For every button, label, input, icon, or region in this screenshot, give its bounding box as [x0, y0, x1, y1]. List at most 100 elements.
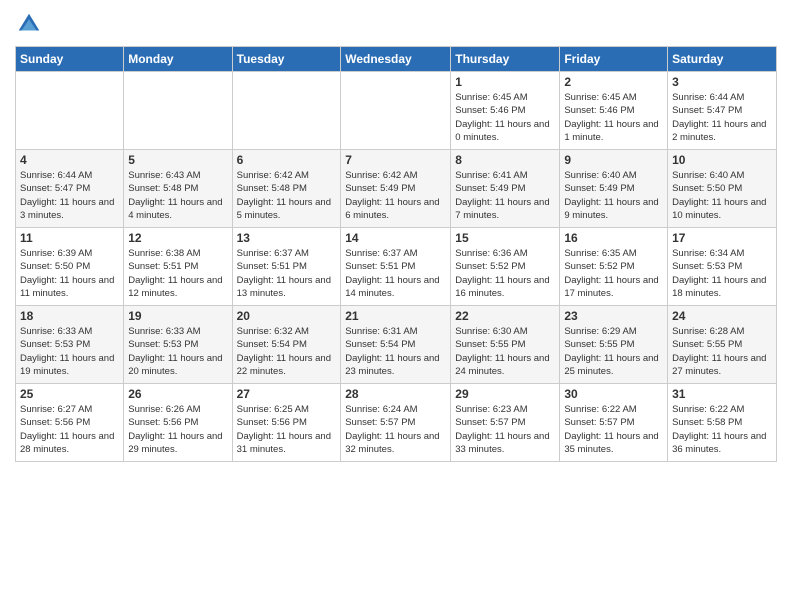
day-info: Sunrise: 6:32 AM Sunset: 5:54 PM Dayligh… [237, 325, 337, 378]
day-number: 23 [564, 309, 663, 323]
day-info: Sunrise: 6:24 AM Sunset: 5:57 PM Dayligh… [345, 403, 446, 456]
day-cell: 11 Sunrise: 6:39 AM Sunset: 5:50 PM Dayli… [16, 228, 124, 306]
calendar: SundayMondayTuesdayWednesdayThursdayFrid… [15, 46, 777, 462]
weekday-header-monday: Monday [124, 47, 232, 72]
day-cell: 26 Sunrise: 6:26 AM Sunset: 5:56 PM Dayli… [124, 384, 232, 462]
day-cell: 12 Sunrise: 6:38 AM Sunset: 5:51 PM Dayli… [124, 228, 232, 306]
calendar-header: SundayMondayTuesdayWednesdayThursdayFrid… [16, 47, 777, 72]
day-info: Sunrise: 6:26 AM Sunset: 5:56 PM Dayligh… [128, 403, 227, 456]
day-info: Sunrise: 6:39 AM Sunset: 5:50 PM Dayligh… [20, 247, 119, 300]
day-number: 28 [345, 387, 446, 401]
day-cell: 19 Sunrise: 6:33 AM Sunset: 5:53 PM Dayli… [124, 306, 232, 384]
day-number: 26 [128, 387, 227, 401]
day-number: 18 [20, 309, 119, 323]
day-cell: 3 Sunrise: 6:44 AM Sunset: 5:47 PM Daylig… [668, 72, 777, 150]
day-cell: 9 Sunrise: 6:40 AM Sunset: 5:49 PM Daylig… [560, 150, 668, 228]
day-info: Sunrise: 6:45 AM Sunset: 5:46 PM Dayligh… [455, 91, 555, 144]
day-cell: 27Sunrise: 6:25 AM Sunset: 5:56 PM Dayli… [232, 384, 341, 462]
day-info: Sunrise: 6:40 AM Sunset: 5:50 PM Dayligh… [672, 169, 772, 222]
logo [15, 10, 47, 38]
day-cell: 6 Sunrise: 6:42 AM Sunset: 5:48 PM Daylig… [232, 150, 341, 228]
day-number: 19 [128, 309, 227, 323]
page: SundayMondayTuesdayWednesdayThursdayFrid… [0, 0, 792, 612]
day-info: Sunrise: 6:44 AM Sunset: 5:47 PM Dayligh… [672, 91, 772, 144]
day-number: 11 [20, 231, 119, 245]
day-cell [16, 72, 124, 150]
day-cell: 29Sunrise: 6:23 AM Sunset: 5:57 PM Dayli… [451, 384, 560, 462]
weekday-row: SundayMondayTuesdayWednesdayThursdayFrid… [16, 47, 777, 72]
day-cell: 10 Sunrise: 6:40 AM Sunset: 5:50 PM Dayli… [668, 150, 777, 228]
day-cell [124, 72, 232, 150]
day-number: 3 [672, 75, 772, 89]
day-info: Sunrise: 6:35 AM Sunset: 5:52 PM Dayligh… [564, 247, 663, 300]
day-number: 24 [672, 309, 772, 323]
week-row-2: 4 Sunrise: 6:44 AM Sunset: 5:47 PM Daylig… [16, 150, 777, 228]
day-number: 14 [345, 231, 446, 245]
day-info: Sunrise: 6:22 AM Sunset: 5:57 PM Dayligh… [564, 403, 663, 456]
day-info: Sunrise: 6:38 AM Sunset: 5:51 PM Dayligh… [128, 247, 227, 300]
weekday-header-wednesday: Wednesday [341, 47, 451, 72]
week-row-3: 11 Sunrise: 6:39 AM Sunset: 5:50 PM Dayli… [16, 228, 777, 306]
day-info: Sunrise: 6:43 AM Sunset: 5:48 PM Dayligh… [128, 169, 227, 222]
day-number: 17 [672, 231, 772, 245]
day-cell: 15Sunrise: 6:36 AM Sunset: 5:52 PM Dayli… [451, 228, 560, 306]
week-row-5: 25Sunrise: 6:27 AM Sunset: 5:56 PM Dayli… [16, 384, 777, 462]
day-cell: 24 Sunrise: 6:28 AM Sunset: 5:55 PM Dayli… [668, 306, 777, 384]
weekday-header-sunday: Sunday [16, 47, 124, 72]
logo-icon [15, 10, 43, 38]
day-number: 1 [455, 75, 555, 89]
day-info: Sunrise: 6:33 AM Sunset: 5:53 PM Dayligh… [128, 325, 227, 378]
weekday-header-friday: Friday [560, 47, 668, 72]
day-info: Sunrise: 6:30 AM Sunset: 5:55 PM Dayligh… [455, 325, 555, 378]
day-number: 2 [564, 75, 663, 89]
day-info: Sunrise: 6:33 AM Sunset: 5:53 PM Dayligh… [20, 325, 119, 378]
week-row-1: 1 Sunrise: 6:45 AM Sunset: 5:46 PM Daylig… [16, 72, 777, 150]
day-number: 22 [455, 309, 555, 323]
day-number: 12 [128, 231, 227, 245]
day-info: Sunrise: 6:29 AM Sunset: 5:55 PM Dayligh… [564, 325, 663, 378]
day-cell: 7 Sunrise: 6:42 AM Sunset: 5:49 PM Daylig… [341, 150, 451, 228]
day-info: Sunrise: 6:28 AM Sunset: 5:55 PM Dayligh… [672, 325, 772, 378]
day-cell: 2 Sunrise: 6:45 AM Sunset: 5:46 PM Daylig… [560, 72, 668, 150]
day-info: Sunrise: 6:45 AM Sunset: 5:46 PM Dayligh… [564, 91, 663, 144]
day-info: Sunrise: 6:37 AM Sunset: 5:51 PM Dayligh… [237, 247, 337, 300]
calendar-body: 1 Sunrise: 6:45 AM Sunset: 5:46 PM Daylig… [16, 72, 777, 462]
weekday-header-saturday: Saturday [668, 47, 777, 72]
header [15, 10, 777, 38]
day-cell [341, 72, 451, 150]
day-number: 21 [345, 309, 446, 323]
day-cell: 14Sunrise: 6:37 AM Sunset: 5:51 PM Dayli… [341, 228, 451, 306]
day-cell: 22 Sunrise: 6:30 AM Sunset: 5:55 PM Dayli… [451, 306, 560, 384]
day-info: Sunrise: 6:36 AM Sunset: 5:52 PM Dayligh… [455, 247, 555, 300]
day-info: Sunrise: 6:44 AM Sunset: 5:47 PM Dayligh… [20, 169, 119, 222]
day-number: 5 [128, 153, 227, 167]
day-number: 6 [237, 153, 337, 167]
day-number: 9 [564, 153, 663, 167]
day-number: 29 [455, 387, 555, 401]
day-number: 7 [345, 153, 446, 167]
weekday-header-thursday: Thursday [451, 47, 560, 72]
day-cell: 21Sunrise: 6:31 AM Sunset: 5:54 PM Dayli… [341, 306, 451, 384]
day-cell: 13 Sunrise: 6:37 AM Sunset: 5:51 PM Dayli… [232, 228, 341, 306]
day-cell: 20 Sunrise: 6:32 AM Sunset: 5:54 PM Dayli… [232, 306, 341, 384]
week-row-4: 18 Sunrise: 6:33 AM Sunset: 5:53 PM Dayli… [16, 306, 777, 384]
day-info: Sunrise: 6:40 AM Sunset: 5:49 PM Dayligh… [564, 169, 663, 222]
day-cell: 23 Sunrise: 6:29 AM Sunset: 5:55 PM Dayli… [560, 306, 668, 384]
day-cell: 17 Sunrise: 6:34 AM Sunset: 5:53 PM Dayli… [668, 228, 777, 306]
day-number: 4 [20, 153, 119, 167]
day-info: Sunrise: 6:41 AM Sunset: 5:49 PM Dayligh… [455, 169, 555, 222]
day-cell: 18 Sunrise: 6:33 AM Sunset: 5:53 PM Dayli… [16, 306, 124, 384]
day-cell: 8Sunrise: 6:41 AM Sunset: 5:49 PM Daylig… [451, 150, 560, 228]
day-number: 27 [237, 387, 337, 401]
day-cell: 31Sunrise: 6:22 AM Sunset: 5:58 PM Dayli… [668, 384, 777, 462]
day-cell: 25Sunrise: 6:27 AM Sunset: 5:56 PM Dayli… [16, 384, 124, 462]
day-number: 13 [237, 231, 337, 245]
day-info: Sunrise: 6:42 AM Sunset: 5:49 PM Dayligh… [345, 169, 446, 222]
day-cell: 1 Sunrise: 6:45 AM Sunset: 5:46 PM Daylig… [451, 72, 560, 150]
day-number: 10 [672, 153, 772, 167]
day-number: 30 [564, 387, 663, 401]
day-info: Sunrise: 6:34 AM Sunset: 5:53 PM Dayligh… [672, 247, 772, 300]
day-number: 20 [237, 309, 337, 323]
day-info: Sunrise: 6:42 AM Sunset: 5:48 PM Dayligh… [237, 169, 337, 222]
day-cell: 30 Sunrise: 6:22 AM Sunset: 5:57 PM Dayli… [560, 384, 668, 462]
